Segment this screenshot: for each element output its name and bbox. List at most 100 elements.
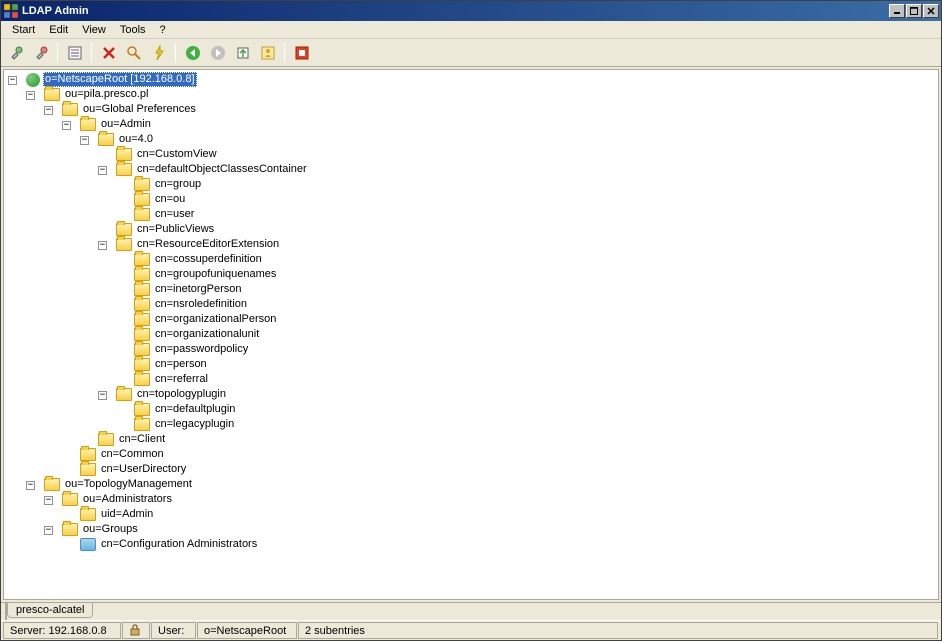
tree-node[interactable]: − cn=topologyplugin xyxy=(8,387,938,402)
tree-label[interactable]: cn=Configuration Administrators xyxy=(99,537,259,552)
tree-label[interactable]: cn=Common xyxy=(99,447,166,462)
schema-button[interactable] xyxy=(256,42,279,64)
tree-node[interactable]: − ou=Global Preferences xyxy=(8,102,938,117)
delete-button[interactable] xyxy=(97,42,120,64)
stop-button[interactable] xyxy=(290,42,313,64)
tree-label[interactable]: cn=groupofuniquenames xyxy=(153,267,278,282)
tree-node[interactable]: cn=ou xyxy=(8,192,938,207)
collapse-icon[interactable]: − xyxy=(98,166,107,175)
tree-label[interactable]: o=NetscapeRoot [192.168.0.8] xyxy=(43,72,197,87)
forward-button[interactable] xyxy=(206,42,229,64)
tree-node[interactable]: cn=UserDirectory xyxy=(8,462,938,477)
flash-button[interactable] xyxy=(147,42,170,64)
connection-tab[interactable]: presco-alcatel xyxy=(7,603,93,618)
tree-label[interactable]: ou=Groups xyxy=(81,522,140,537)
minimize-button[interactable] xyxy=(889,4,905,18)
tree-node[interactable]: cn=Common xyxy=(8,447,938,462)
tree-label[interactable]: ou=Administrators xyxy=(81,492,174,507)
tree-node[interactable]: − cn=ResourceEditorExtension xyxy=(8,237,938,252)
tree-label[interactable]: cn=topologyplugin xyxy=(135,387,228,402)
tree-node[interactable]: uid=Admin xyxy=(8,507,938,522)
collapse-icon[interactable]: − xyxy=(44,526,53,535)
tree-node[interactable]: cn=PublicViews xyxy=(8,222,938,237)
collapse-icon[interactable]: − xyxy=(8,76,17,85)
tree-node[interactable]: cn=CustomView xyxy=(8,147,938,162)
tree-label[interactable]: cn=passwordpolicy xyxy=(153,342,250,357)
tree-label[interactable]: uid=Admin xyxy=(99,507,155,522)
tree-node[interactable]: cn=inetorgPerson xyxy=(8,282,938,297)
tree-node[interactable]: − cn=defaultObjectClassesContainer xyxy=(8,162,938,177)
tree-label[interactable]: cn=CustomView xyxy=(135,147,219,162)
tree-node[interactable]: cn=person xyxy=(8,357,938,372)
tree-label[interactable]: cn=nsroledefinition xyxy=(153,297,249,312)
maximize-button[interactable] xyxy=(906,4,922,18)
back-button[interactable] xyxy=(181,42,204,64)
tree-label[interactable]: cn=Client xyxy=(117,432,167,447)
tree-label[interactable]: cn=referral xyxy=(153,372,210,387)
tree-node[interactable]: cn=cossuperdefinition xyxy=(8,252,938,267)
tree-label[interactable]: cn=ResourceEditorExtension xyxy=(135,237,281,252)
connect-button[interactable] xyxy=(4,42,27,64)
menu-help[interactable]: ? xyxy=(153,22,173,38)
tree-node-root[interactable]: − o=NetscapeRoot [192.168.0.8] xyxy=(8,72,938,87)
tree-node[interactable]: cn=groupofuniquenames xyxy=(8,267,938,282)
search-button[interactable] xyxy=(122,42,145,64)
tree-node[interactable]: cn=organizationalPerson xyxy=(8,312,938,327)
menu-tools[interactable]: Tools xyxy=(113,22,153,38)
tree-node[interactable]: − ou=pila.presco.pl xyxy=(8,87,938,102)
tree-label[interactable]: cn=PublicViews xyxy=(135,222,216,237)
tree-node[interactable]: − ou=Groups xyxy=(8,522,938,537)
tree-node[interactable]: cn=defaultplugin xyxy=(8,402,938,417)
tree-node[interactable]: cn=user xyxy=(8,207,938,222)
tree-node[interactable]: cn=passwordpolicy xyxy=(8,342,938,357)
tree-label[interactable]: ou=Global Preferences xyxy=(81,102,198,117)
collapse-icon[interactable]: − xyxy=(44,496,53,505)
tree-node[interactable]: − ou=Administrators xyxy=(8,492,938,507)
tree-node[interactable]: cn=Configuration Administrators xyxy=(8,537,938,552)
tree-label[interactable]: ou=pila.presco.pl xyxy=(63,87,150,102)
export-button[interactable] xyxy=(231,42,254,64)
tree-label[interactable]: cn=cossuperdefinition xyxy=(153,252,264,267)
folder-icon xyxy=(134,328,150,341)
menu-view[interactable]: View xyxy=(75,22,113,38)
tree-node[interactable]: cn=group xyxy=(8,177,938,192)
menu-edit[interactable]: Edit xyxy=(42,22,75,38)
tree-node[interactable]: − ou=4.0 xyxy=(8,132,938,147)
folder-icon xyxy=(134,313,150,326)
tree-node[interactable]: cn=organizationalunit xyxy=(8,327,938,342)
collapse-icon[interactable]: − xyxy=(44,106,53,115)
close-button[interactable] xyxy=(923,4,939,18)
tree-label[interactable]: cn=organizationalPerson xyxy=(153,312,278,327)
toolbar xyxy=(1,39,941,67)
disconnect-button[interactable] xyxy=(29,42,52,64)
tree-label[interactable]: ou=TopologyManagement xyxy=(63,477,194,492)
collapse-icon[interactable]: − xyxy=(26,91,35,100)
tree-label[interactable]: cn=defaultObjectClassesContainer xyxy=(135,162,309,177)
collapse-icon[interactable]: − xyxy=(98,241,107,250)
tree-label[interactable]: cn=ou xyxy=(153,192,187,207)
tree-node[interactable]: cn=referral xyxy=(8,372,938,387)
tree-label[interactable]: ou=4.0 xyxy=(117,132,155,147)
tree-label[interactable]: cn=defaultplugin xyxy=(153,402,237,417)
collapse-icon[interactable]: − xyxy=(26,481,35,490)
tree-label[interactable]: cn=user xyxy=(153,207,196,222)
tree-label[interactable]: cn=group xyxy=(153,177,203,192)
tree-label[interactable]: cn=organizationalunit xyxy=(153,327,261,342)
tree-node[interactable]: cn=nsroledefinition xyxy=(8,297,938,312)
edit-button[interactable] xyxy=(63,42,86,64)
menu-start[interactable]: Start xyxy=(5,22,42,38)
tree-view[interactable]: − o=NetscapeRoot [192.168.0.8] − ou=pila… xyxy=(3,69,939,600)
tree-label[interactable]: cn=person xyxy=(153,357,209,372)
tree-label[interactable]: cn=legacyplugin xyxy=(153,417,236,432)
collapse-icon[interactable]: − xyxy=(98,391,107,400)
tree-label[interactable]: cn=UserDirectory xyxy=(99,462,188,477)
tree-node[interactable]: − ou=TopologyManagement xyxy=(8,477,938,492)
collapse-icon[interactable]: − xyxy=(80,136,89,145)
tree-node[interactable]: − ou=Admin xyxy=(8,117,938,132)
tree-label[interactable]: ou=Admin xyxy=(99,117,153,132)
collapse-icon[interactable]: − xyxy=(62,121,71,130)
tree-node[interactable]: cn=Client xyxy=(8,432,938,447)
folder-icon xyxy=(134,193,150,206)
tree-label[interactable]: cn=inetorgPerson xyxy=(153,282,244,297)
tree-node[interactable]: cn=legacyplugin xyxy=(8,417,938,432)
